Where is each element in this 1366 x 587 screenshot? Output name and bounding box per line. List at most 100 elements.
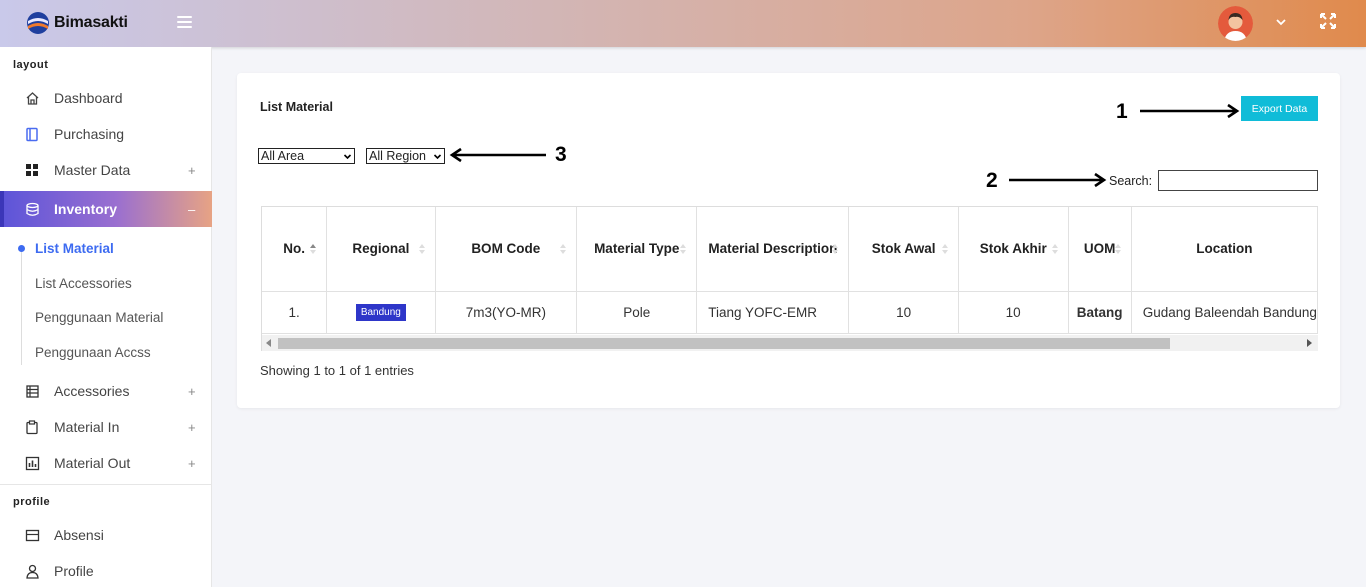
submenu-item-penggunaan-accss[interactable]: Penggunaan Accss	[35, 345, 151, 360]
area-select-value: All Area	[261, 149, 305, 163]
submenu-item-list-material[interactable]: List Material	[35, 241, 114, 256]
column-header-uom[interactable]: UOM	[1068, 207, 1132, 292]
database-icon	[24, 201, 40, 217]
sidebar-item-master-data[interactable]: Master Data +	[0, 152, 212, 188]
active-dot-icon	[18, 245, 25, 252]
expand-plus-icon[interactable]: +	[188, 384, 196, 399]
sort-icon[interactable]	[310, 243, 317, 255]
sidebar: layout Dashboard Purchasing Master Data …	[0, 47, 212, 587]
section-title-profile: profile	[13, 496, 51, 508]
cell-stok-awal: 10	[848, 291, 959, 334]
sidebar-item-accessories[interactable]: Accessories +	[0, 373, 212, 409]
column-header-material-description[interactable]: Material Description	[696, 207, 850, 292]
column-header-material-type[interactable]: Material Type	[576, 207, 698, 292]
cell-stok-akhir: 10	[958, 291, 1069, 334]
top-header: Bimasakti	[0, 0, 1366, 47]
cell-bom-code: 7m3(YO-MR)	[435, 291, 578, 334]
export-data-button[interactable]: Export Data	[1241, 96, 1318, 121]
menu-toggle-icon[interactable]	[177, 16, 192, 31]
region-select-value: All Region	[369, 149, 426, 163]
table-row[interactable]: 1. Bandung 7m3(YO-MR) Pole Tiang YOFC-EM…	[262, 291, 1318, 334]
column-label: Regional	[352, 241, 410, 257]
search-label: Search:	[1109, 174, 1153, 188]
scroll-right-icon[interactable]	[1307, 339, 1312, 347]
sort-icon[interactable]	[832, 243, 839, 255]
expand-plus-icon[interactable]: +	[188, 420, 196, 435]
sidebar-item-profile[interactable]: Profile	[0, 553, 212, 587]
sort-icon[interactable]	[680, 243, 687, 255]
column-header-location[interactable]: Location	[1131, 207, 1318, 292]
sidebar-item-purchasing[interactable]: Purchasing	[0, 116, 212, 152]
notebook-icon	[24, 126, 40, 142]
annotation-arrow-icon	[1009, 172, 1107, 188]
page-title: List Material	[260, 100, 333, 114]
chevron-down-icon	[343, 153, 352, 159]
annotation-number-3: 3	[555, 143, 567, 166]
sidebar-item-label: Material In	[54, 419, 120, 435]
expand-plus-icon[interactable]: +	[188, 163, 196, 178]
area-select[interactable]: All Area	[258, 148, 355, 164]
list-material-card: List Material Export Data All Area All R…	[237, 73, 1340, 408]
cell-no: 1.	[262, 291, 328, 334]
brand[interactable]: Bimasakti	[26, 11, 128, 35]
column-label: Stok Akhir	[979, 241, 1047, 257]
avatar[interactable]	[1218, 6, 1253, 41]
regional-badge: Bandung	[355, 304, 406, 321]
material-table: No. Regional BOM Code Material Type Mate…	[262, 207, 1318, 334]
sidebar-item-material-in[interactable]: Material In +	[0, 409, 212, 445]
sort-icon[interactable]	[1114, 243, 1121, 255]
cell-material-description: Tiang YOFC-EMR	[696, 291, 850, 334]
home-icon	[24, 90, 40, 106]
sort-icon[interactable]	[560, 243, 567, 255]
sidebar-item-label: Profile	[54, 563, 94, 579]
chevron-down-icon[interactable]	[1274, 15, 1288, 29]
expand-plus-icon[interactable]: +	[188, 456, 196, 471]
sidebar-item-label: Absensi	[54, 527, 104, 543]
table-info: Showing 1 to 1 of 1 entries	[260, 363, 414, 378]
sidebar-item-absensi[interactable]: Absensi	[0, 517, 212, 553]
column-header-regional[interactable]: Regional	[326, 207, 436, 292]
sidebar-item-label: Dashboard	[54, 90, 123, 106]
user-icon	[24, 563, 40, 579]
column-label: UOM	[1083, 241, 1116, 257]
search-input[interactable]	[1158, 170, 1318, 191]
column-label: Material Type	[594, 241, 680, 257]
cell-uom: Batang	[1068, 291, 1132, 334]
sidebar-item-dashboard[interactable]: Dashboard	[0, 80, 212, 116]
sidebar-item-inventory[interactable]: Inventory –	[0, 191, 212, 227]
collapse-minus-icon[interactable]: –	[188, 202, 195, 217]
sidebar-item-material-out[interactable]: Material Out +	[0, 445, 212, 481]
table-header-row: No. Regional BOM Code Material Type Mate…	[262, 207, 1318, 292]
annotation-arrow-icon	[1140, 103, 1240, 119]
clipboard-icon	[24, 419, 40, 435]
submenu-item-penggunaan-material[interactable]: Penggunaan Material	[35, 310, 163, 325]
sidebar-item-label: Inventory	[54, 201, 118, 217]
column-header-bom-code[interactable]: BOM Code	[435, 207, 578, 292]
calendar-icon	[24, 527, 40, 543]
sort-icon[interactable]	[418, 243, 425, 255]
sidebar-divider	[0, 484, 212, 485]
annotation-number-1: 1	[1116, 100, 1128, 123]
sidebar-item-label: Accessories	[54, 383, 130, 399]
sidebar-item-label: Purchasing	[54, 126, 125, 142]
cell-regional: Bandung	[326, 291, 436, 334]
scroll-left-icon[interactable]	[266, 339, 271, 347]
submenu-item-list-accessories[interactable]: List Accessories	[35, 276, 132, 291]
column-header-no[interactable]: No.	[262, 207, 328, 292]
sort-icon[interactable]	[1051, 243, 1058, 255]
column-header-stok-akhir[interactable]: Stok Akhir	[958, 207, 1069, 292]
column-label: BOM Code	[471, 241, 541, 257]
column-label: Material Description	[708, 241, 838, 257]
fullscreen-icon[interactable]	[1319, 12, 1337, 30]
column-header-stok-awal[interactable]: Stok Awal	[848, 207, 959, 292]
annotation-number-2: 2	[986, 169, 998, 192]
column-label: No.	[283, 241, 305, 257]
sort-icon[interactable]	[941, 243, 948, 255]
list-icon	[24, 383, 40, 399]
grid-icon	[24, 162, 40, 178]
horizontal-scrollbar[interactable]	[261, 335, 1318, 351]
annotation-arrow-icon	[449, 147, 546, 163]
region-select[interactable]: All Region	[366, 148, 445, 164]
scroll-thumb[interactable]	[278, 338, 1170, 349]
brand-name: Bimasakti	[54, 14, 128, 31]
